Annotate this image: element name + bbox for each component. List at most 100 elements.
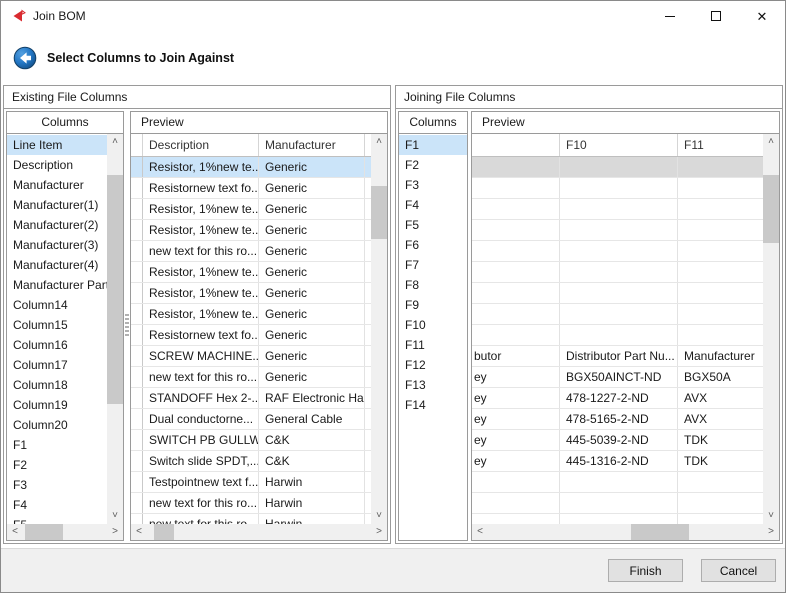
table-row[interactable]: ey478-5165-2-NDAVX: [472, 409, 763, 430]
list-item[interactable]: F11: [399, 335, 467, 355]
scrollbar-thumb[interactable]: [371, 186, 387, 240]
table-row[interactable]: Resistor, 1%new te...Generic: [131, 304, 371, 325]
joining-preview-horizontal-scrollbar[interactable]: ˂˃: [472, 524, 779, 540]
back-button[interactable]: [13, 46, 37, 70]
column-header[interactable]: Manufacturer: [259, 134, 365, 156]
list-item[interactable]: F4: [7, 495, 107, 515]
list-item[interactable]: Manufacturer(4): [7, 255, 107, 275]
table-row[interactable]: Resistor, 1%new te...Generic: [131, 262, 371, 283]
table-row[interactable]: [472, 220, 763, 241]
table-row[interactable]: new text for this ro...Generic: [131, 241, 371, 262]
list-item[interactable]: F6: [399, 235, 467, 255]
column-header[interactable]: F10: [560, 134, 678, 156]
list-item[interactable]: Column20: [7, 415, 107, 435]
table-row[interactable]: [472, 283, 763, 304]
column-header[interactable]: [472, 134, 560, 156]
table-row[interactable]: Resistor, 1%new te...Generic: [131, 283, 371, 304]
joining-preview-vertical-scrollbar[interactable]: ˄˅: [763, 134, 779, 524]
table-row[interactable]: Resistor, 1%new te...Generic: [131, 220, 371, 241]
minimize-button[interactable]: [647, 1, 693, 31]
finish-button[interactable]: Finish: [608, 559, 683, 582]
list-item[interactable]: Column17: [7, 355, 107, 375]
scrollbar-track[interactable]: [23, 524, 107, 540]
list-item[interactable]: Column19: [7, 395, 107, 415]
table-row[interactable]: [472, 514, 763, 524]
table-row[interactable]: butorDistributor Part Nu...Manufacturer: [472, 346, 763, 367]
table-row[interactable]: Resistornew text fo...Generic: [131, 178, 371, 199]
column-header[interactable]: F11: [678, 134, 763, 156]
table-row[interactable]: Testpointnew text f...Harwin: [131, 472, 371, 493]
chevron-down-icon[interactable]: ˅: [371, 508, 387, 524]
list-item[interactable]: Column16: [7, 335, 107, 355]
scrollbar-thumb[interactable]: [154, 524, 174, 540]
table-row[interactable]: SWITCH PB GULLW...C&K: [131, 430, 371, 451]
chevron-right-icon[interactable]: ˃: [107, 524, 123, 540]
close-button[interactable]: ✕: [739, 1, 785, 31]
list-item[interactable]: F5: [7, 515, 107, 524]
table-row[interactable]: new text for this ro...Harwin: [131, 514, 371, 524]
table-row[interactable]: ey445-5039-2-NDTDK: [472, 430, 763, 451]
existing-columns-horizontal-scrollbar[interactable]: ˂˃: [7, 524, 123, 540]
chevron-down-icon[interactable]: ˅: [763, 508, 779, 524]
list-item[interactable]: Column18: [7, 375, 107, 395]
maximize-button[interactable]: [693, 1, 739, 31]
scrollbar-thumb[interactable]: [25, 524, 64, 540]
table-row[interactable]: [472, 178, 763, 199]
list-item[interactable]: F13: [399, 375, 467, 395]
scrollbar-thumb[interactable]: [107, 175, 123, 404]
scrollbar-track[interactable]: [371, 150, 387, 508]
list-item[interactable]: F3: [399, 175, 467, 195]
list-item[interactable]: F14: [399, 395, 467, 415]
table-row[interactable]: new text for this ro...Generic: [131, 367, 371, 388]
scrollbar-track[interactable]: [763, 150, 779, 508]
table-row[interactable]: [472, 493, 763, 514]
table-row[interactable]: [472, 157, 763, 178]
scrollbar-thumb[interactable]: [631, 524, 689, 540]
table-row[interactable]: Resistor, 1%new te...Generic: [131, 157, 371, 178]
chevron-right-icon[interactable]: ˃: [763, 524, 779, 540]
chevron-left-icon[interactable]: ˂: [472, 524, 488, 540]
existing-columns-vertical-scrollbar[interactable]: ˄˅: [107, 134, 123, 524]
cancel-button[interactable]: Cancel: [701, 559, 776, 582]
chevron-left-icon[interactable]: ˂: [7, 524, 23, 540]
list-item[interactable]: F10: [399, 315, 467, 335]
existing-preview-vertical-scrollbar[interactable]: ˄˅: [371, 134, 387, 524]
column-header[interactable]: Description: [143, 134, 259, 156]
list-item[interactable]: F1: [7, 435, 107, 455]
table-row[interactable]: [472, 241, 763, 262]
list-item[interactable]: Description: [7, 155, 107, 175]
table-row[interactable]: Dual conductorne...General Cable: [131, 409, 371, 430]
list-item[interactable]: Column14: [7, 295, 107, 315]
table-row[interactable]: [472, 325, 763, 346]
list-item[interactable]: F4: [399, 195, 467, 215]
table-row[interactable]: [472, 472, 763, 493]
list-item[interactable]: F8: [399, 275, 467, 295]
table-row[interactable]: new text for this ro...Harwin: [131, 493, 371, 514]
table-row[interactable]: STANDOFF Hex 2-...RAF Electronic Har..: [131, 388, 371, 409]
table-row[interactable]: ey445-1316-2-NDTDK: [472, 451, 763, 472]
table-row[interactable]: Resistornew text fo...Generic: [131, 325, 371, 346]
table-row[interactable]: Resistor, 1%new te...Generic: [131, 199, 371, 220]
table-row[interactable]: Switch slide SPDT,...C&K: [131, 451, 371, 472]
list-item[interactable]: Column15: [7, 315, 107, 335]
list-item[interactable]: Line Item: [7, 135, 107, 155]
list-item[interactable]: Manufacturer: [7, 175, 107, 195]
list-item[interactable]: F2: [7, 455, 107, 475]
list-item[interactable]: Manufacturer(2): [7, 215, 107, 235]
list-item[interactable]: F1: [399, 135, 467, 155]
list-item[interactable]: F3: [7, 475, 107, 495]
table-row[interactable]: ey478-1227-2-NDAVX: [472, 388, 763, 409]
chevron-left-icon[interactable]: ˂: [131, 524, 147, 540]
list-item[interactable]: F7: [399, 255, 467, 275]
list-item[interactable]: Manufacturer Part: [7, 275, 107, 295]
table-row[interactable]: [472, 199, 763, 220]
scrollbar-track[interactable]: [488, 524, 763, 540]
list-item[interactable]: Manufacturer(1): [7, 195, 107, 215]
chevron-up-icon[interactable]: ˄: [371, 134, 387, 150]
table-row[interactable]: SCREW MACHINE...Generic: [131, 346, 371, 367]
table-row[interactable]: [472, 262, 763, 283]
list-item[interactable]: F12: [399, 355, 467, 375]
list-item[interactable]: F9: [399, 295, 467, 315]
existing-preview-horizontal-scrollbar[interactable]: ˂˃: [131, 524, 387, 540]
list-item[interactable]: Manufacturer(3): [7, 235, 107, 255]
